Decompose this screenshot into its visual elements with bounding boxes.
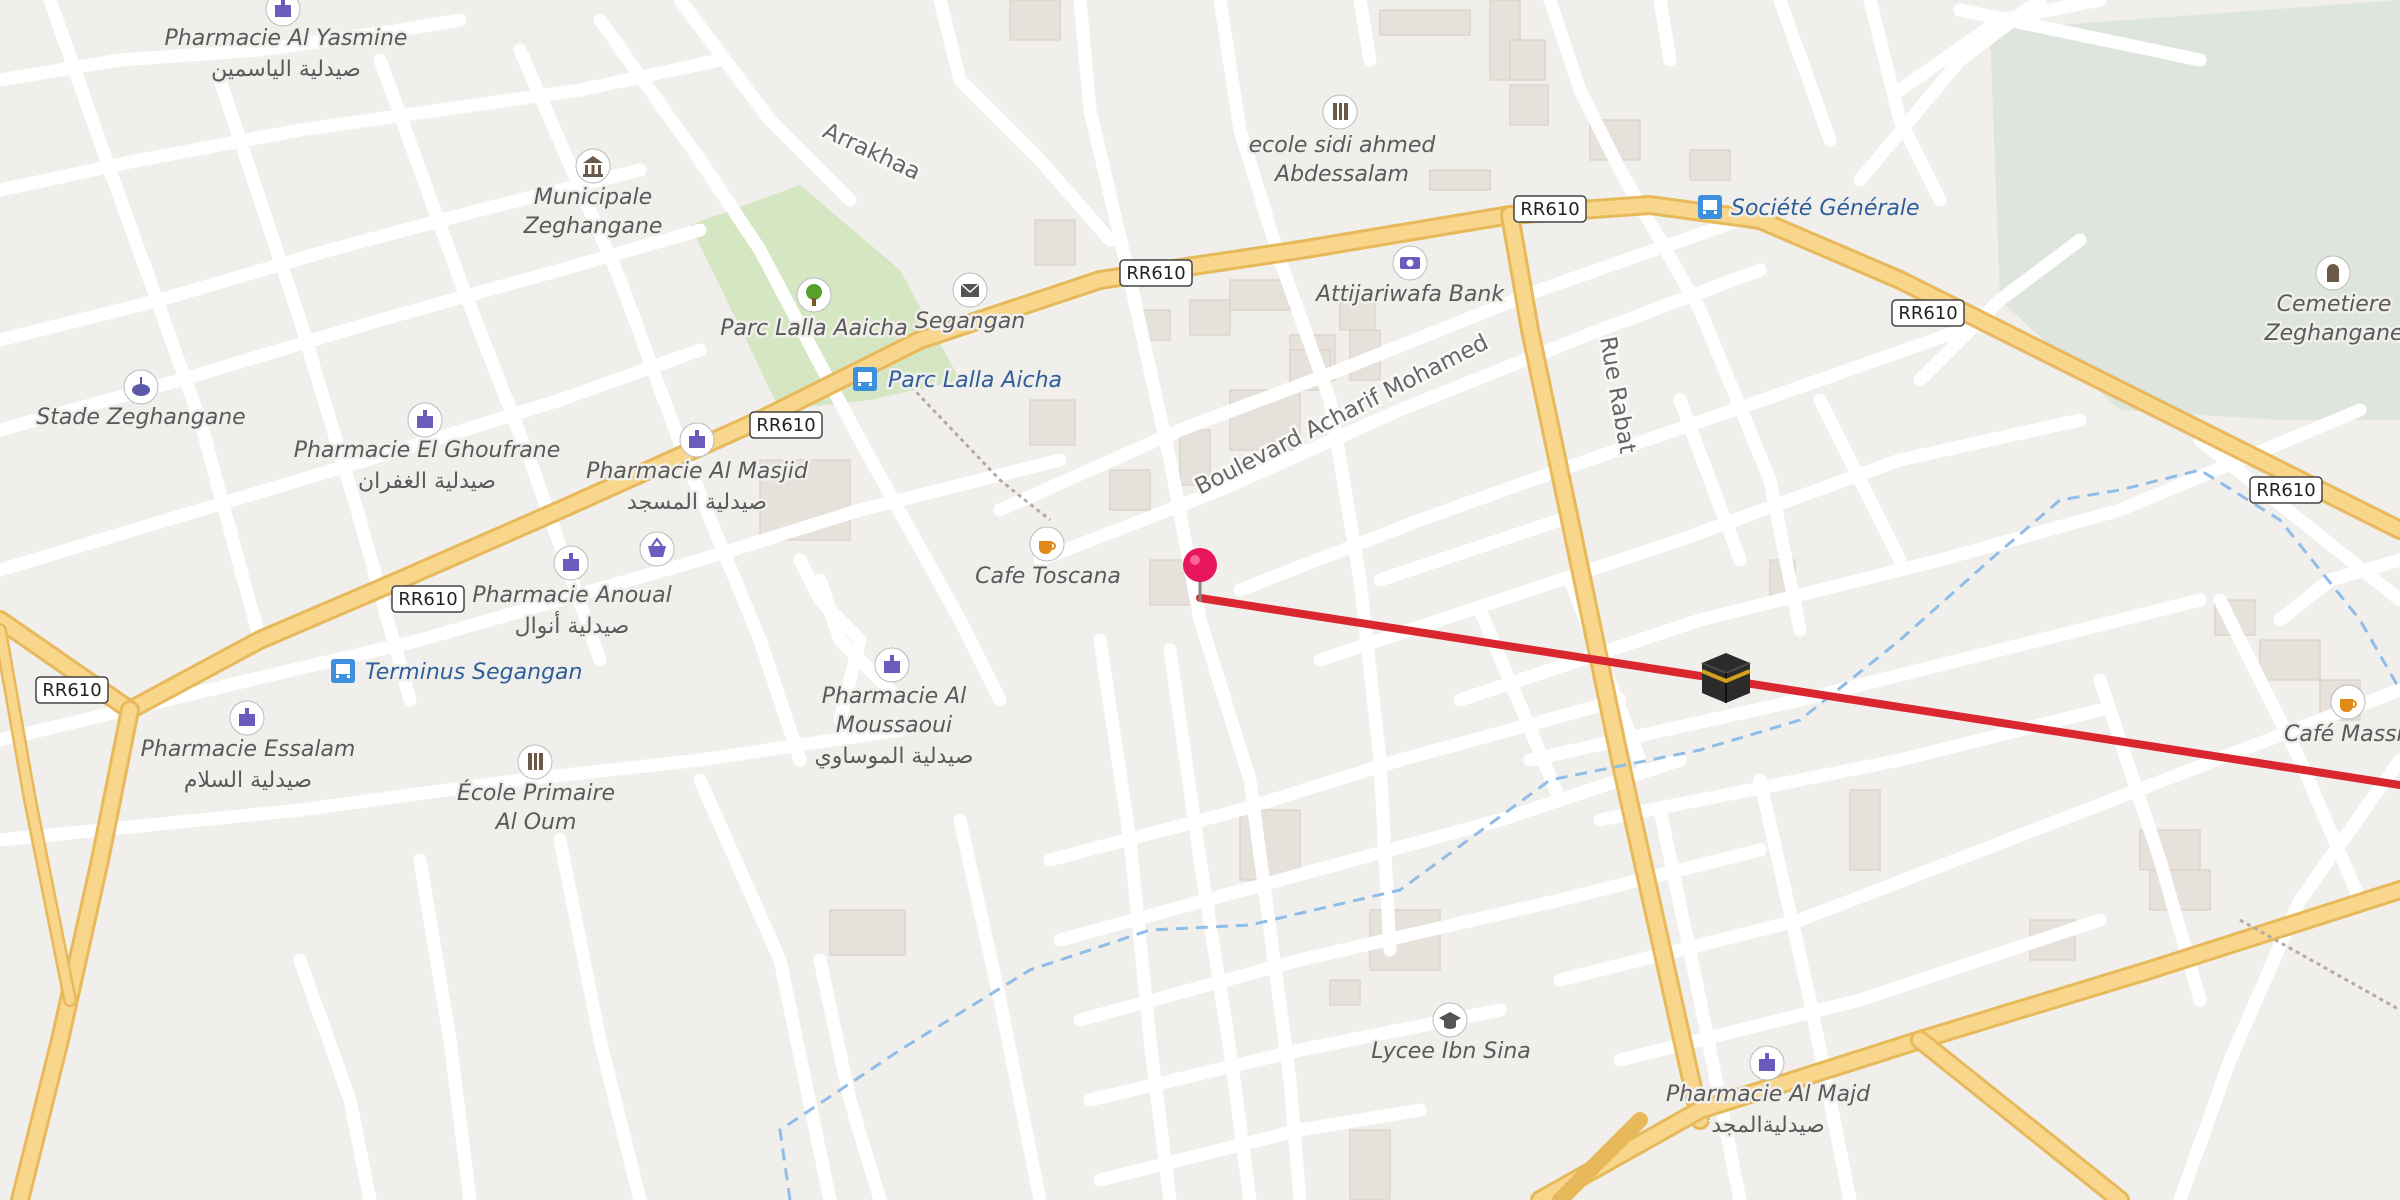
road-shield: RR610: [749, 411, 823, 439]
poi-name-line1: École Primaire: [457, 780, 615, 806]
cafe-icon: [1029, 526, 1065, 562]
poi-shop[interactable]: [639, 531, 675, 567]
poi-name-line1: Cemetiere: [2277, 292, 2392, 317]
shopping-basket-icon: [639, 531, 675, 567]
bank-icon: [1392, 245, 1428, 281]
svg-text:RR610: RR610: [398, 589, 457, 610]
poi-name: Café Massini: [2284, 722, 2400, 747]
svg-text:RR610: RR610: [1520, 199, 1579, 220]
svg-text:RR610: RR610: [1898, 303, 1957, 324]
road-shield: RR610: [1513, 195, 1587, 223]
poi-name: Terminus Segangan: [365, 660, 582, 685]
road-shield: RR610: [1119, 259, 1193, 287]
bus-stop-icon: [1698, 195, 1722, 219]
poi-name-line2: Abdessalam: [1273, 162, 1409, 187]
bus-stop-icon: [331, 659, 355, 683]
poi-name-line2: Al Oum: [494, 810, 577, 835]
poi-name-ar: صيدليةالمجد: [1711, 1113, 1824, 1138]
poi-name: Cafe Toscana: [975, 564, 1121, 589]
poi-name-line1: ecole sidi ahmed: [1249, 133, 1437, 158]
poi-name: Pharmacie Al Masjid: [586, 459, 809, 484]
pharmacy-icon: [553, 545, 589, 581]
pharmacy-icon: [407, 402, 443, 438]
cemetery-icon: [2315, 255, 2351, 291]
poi-name: Attijariwafa Bank: [1314, 282, 1505, 307]
poi-societe-generale[interactable]: Société Générale: [1698, 194, 1922, 224]
map-canvas[interactable]: Arrakhaa Boulevard Acharif Mohamed Rue R…: [0, 0, 2400, 1200]
school-icon: [517, 744, 553, 780]
poi-name-line1: Pharmacie Al: [822, 684, 967, 709]
poi-name: Pharmacie Al Yasmine: [165, 26, 408, 51]
poi-name: Pharmacie Al Majd: [1666, 1082, 1871, 1107]
pharmacy-icon: [1749, 1045, 1785, 1081]
pharmacy-icon: [229, 700, 265, 736]
poi-name-line1: Municipale: [534, 185, 652, 210]
park-tree-icon: [796, 277, 832, 313]
kaaba-icon[interactable]: [1701, 653, 1751, 703]
poi-name: Société Générale: [1731, 196, 1920, 221]
school-icon: [1322, 94, 1358, 130]
poi-name: Segangan: [915, 309, 1025, 334]
bus-stop-icon: [853, 367, 877, 391]
post-office-icon: [952, 272, 988, 308]
pharmacy-icon: [874, 647, 910, 683]
poi-name: Lycee Ibn Sina: [1371, 1039, 1531, 1064]
poi-name: Stade Zeghangane: [36, 405, 245, 430]
poi-name-ar: صيدلية الغفران: [358, 469, 496, 494]
poi-name: Pharmacie El Ghoufrane: [294, 438, 561, 463]
poi-name: Pharmacie Essalam: [141, 737, 356, 762]
poi-name-ar: صيدلية السلام: [184, 768, 312, 793]
poi-name: Parc Lalla Aicha: [888, 368, 1062, 393]
svg-text:RR610: RR610: [756, 415, 815, 436]
poi-name-ar: صيدلية المسجد: [627, 490, 767, 515]
svg-text:RR610: RR610: [2256, 480, 2315, 501]
townhall-icon: [575, 148, 611, 184]
poi-name-ar: صيدلية أنوال: [515, 611, 630, 639]
road-shield: RR610: [2249, 476, 2323, 504]
poi-name-ar: صيدلية الموساوي: [815, 744, 974, 769]
poi-name-line2: Moussaoui: [836, 713, 952, 738]
graduation-cap-icon: [1432, 1002, 1468, 1038]
poi-name-ar: صيدلية الياسمين: [211, 57, 361, 82]
stadium-icon: [123, 369, 159, 405]
road-shield: RR610: [391, 585, 465, 613]
road-shield: RR610: [35, 676, 109, 704]
svg-text:RR610: RR610: [42, 680, 101, 701]
poi-terminus-segangan[interactable]: Terminus Segangan: [331, 658, 585, 688]
poi-name: Parc Lalla Aaicha: [720, 316, 907, 341]
pharmacy-icon: [679, 422, 715, 458]
poi-name: Pharmacie Anoual: [472, 583, 671, 608]
cafe-icon: [2330, 684, 2366, 720]
road-shield: RR610: [1891, 299, 1965, 327]
poi-name-line2: Zeghangane: [2264, 321, 2400, 346]
svg-text:RR610: RR610: [1126, 263, 1185, 284]
poi-name-line2: Zeghangane: [523, 214, 663, 239]
